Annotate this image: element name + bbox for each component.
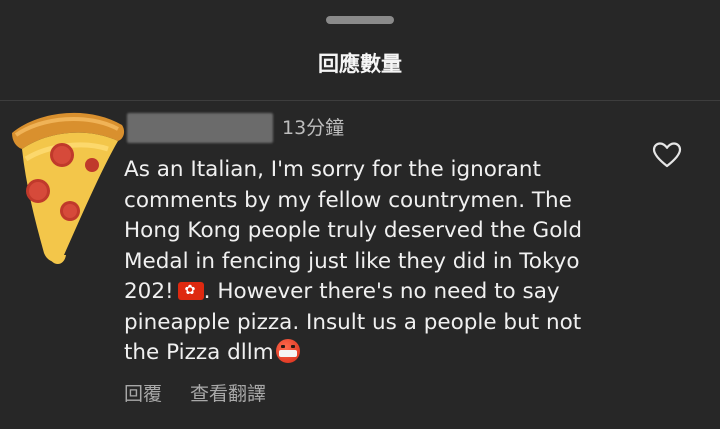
comment-timestamp: 13分鐘 (282, 117, 345, 139)
comment-line: comments by my fellow countrymen. The (124, 187, 572, 213)
redacted-username[interactable] (127, 113, 273, 143)
reply-button[interactable]: 回覆 (124, 383, 162, 405)
hong-kong-flag-icon (177, 282, 204, 300)
angry-face-emoji-icon (275, 339, 300, 363)
comment-line: Medal in fencing just like they did in T… (124, 248, 580, 274)
comment-line: pineapple pizza. Insult us a people but … (124, 309, 582, 335)
comments-sheet: 回應數量 13分鐘 As an Italian, I'm sorry for t… (0, 0, 720, 429)
sheet-title: 回應數量 (318, 52, 402, 76)
comment-line: 202! (124, 279, 174, 304)
comment-line: . However there's no need to say (203, 279, 560, 304)
comment-line: As an Italian, I'm sorry for the ignoran… (124, 157, 541, 182)
comment-line: the Pizza dllm (124, 340, 274, 365)
pizza-slice-avatar[interactable] (8, 105, 128, 269)
comment-actions: 回覆 查看翻譯 (124, 381, 266, 407)
comment-line: Hong Kong people truly deserved the Gold (124, 218, 582, 243)
comment-text: As an Italian, I'm sorry for the ignoran… (124, 155, 624, 369)
comment-item: 13分鐘 As an Italian, I'm sorry for the ig… (0, 101, 720, 429)
heart-outline-icon[interactable] (652, 141, 682, 169)
see-translation-button[interactable]: 查看翻譯 (190, 383, 266, 405)
sheet-drag-handle[interactable] (326, 16, 394, 24)
